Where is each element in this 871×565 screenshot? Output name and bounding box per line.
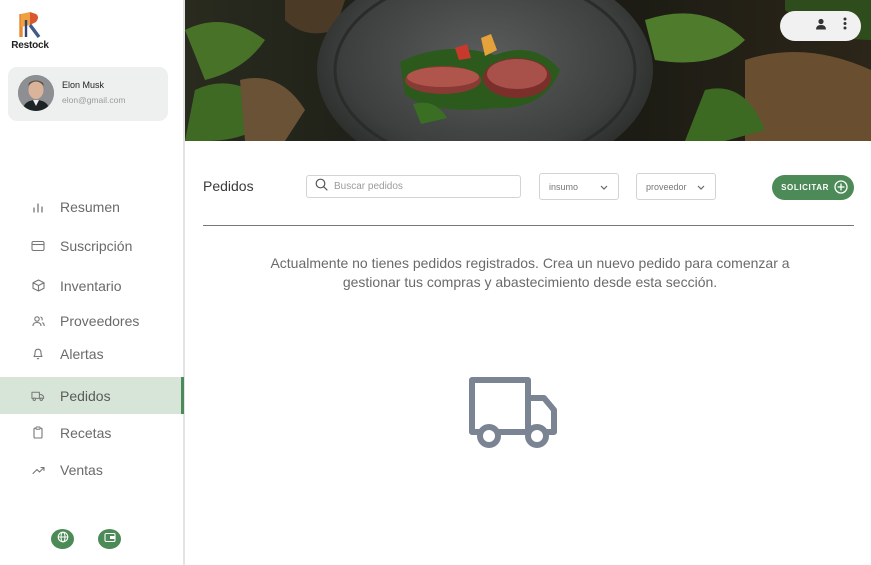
page-title: Pedidos [203, 178, 254, 194]
avatar [18, 75, 54, 111]
logo[interactable]: Restock [10, 11, 50, 51]
search-box[interactable] [306, 175, 521, 198]
profile-name: Elon Musk [62, 80, 105, 90]
sidebar-item-proveedores[interactable]: Proveedores [0, 302, 184, 339]
sidebar-item-pedidos[interactable]: Pedidos [0, 377, 184, 414]
hero-banner [185, 0, 871, 141]
truck-icon [468, 376, 560, 457]
sidebar-item-label: Recetas [60, 424, 112, 441]
sidebar-item-ventas[interactable]: Ventas [0, 451, 184, 488]
filter-proveedor-select[interactable]: proveedor [636, 173, 716, 200]
logo-text: Restock [11, 40, 49, 51]
chevron-down-icon [600, 182, 608, 192]
select-value: proveedor [646, 181, 687, 192]
sidebar-item-inventario[interactable]: Inventario [0, 267, 184, 304]
sidebar-item-label: Ventas [60, 461, 103, 478]
sidebar-item-label: Pedidos [60, 387, 111, 404]
sidebar-item-label: Alertas [60, 345, 104, 362]
box-icon [31, 279, 45, 293]
select-value: insumo [549, 181, 579, 192]
search-icon [315, 178, 328, 196]
user-icon[interactable] [815, 17, 827, 35]
filter-insumo-select[interactable]: insumo [539, 173, 619, 200]
sidebar-item-label: Inventario [60, 277, 122, 294]
wallet-icon [103, 530, 116, 548]
chevron-down-icon [697, 182, 705, 192]
bell-icon [31, 347, 45, 361]
users-icon [31, 314, 45, 328]
more-vertical-icon[interactable] [843, 17, 847, 35]
truck-icon [31, 389, 45, 403]
restock-logo-icon [19, 12, 41, 39]
sidebar-item-alertas[interactable]: Alertas [0, 335, 184, 372]
profile-card[interactable]: Elon Musk elon@gmail.com [8, 67, 168, 121]
bar-chart-icon [31, 200, 45, 214]
sidebar-item-label: Proveedores [60, 312, 140, 329]
food-plate-image [185, 0, 871, 141]
sidebar-item-label: Suscripción [60, 237, 133, 254]
profile-email: elon@gmail.com [62, 95, 126, 105]
language-button[interactable] [51, 529, 74, 549]
credit-card-icon [31, 239, 45, 253]
divider [203, 225, 854, 226]
sidebar-item-label: Resumen [60, 198, 120, 215]
wallet-button[interactable] [98, 529, 121, 549]
solicitar-label: SOLICITAR [781, 183, 829, 192]
sidebar-item-recetas[interactable]: Recetas [0, 414, 184, 451]
sidebar-item-suscripcion[interactable]: Suscripción [0, 227, 184, 264]
trending-up-icon [31, 463, 45, 477]
solicitar-button[interactable]: SOLICITAR [772, 175, 854, 200]
plus-circle-icon [834, 179, 848, 196]
sidebar: Restock Elon Musk elon@gmail.com Resumen… [0, 0, 185, 565]
sidebar-item-resumen[interactable]: Resumen [0, 188, 184, 225]
empty-state-message: Actualmente no tienes pedidos registrado… [270, 255, 790, 290]
user-menu[interactable] [780, 11, 861, 41]
search-input[interactable] [334, 181, 504, 192]
clipboard-icon [31, 426, 45, 440]
globe-icon [57, 530, 69, 548]
